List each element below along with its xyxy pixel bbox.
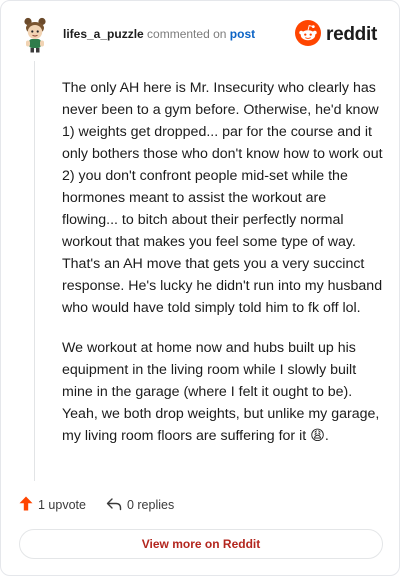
- thread-line: [34, 61, 35, 481]
- comment-paragraph-1: The only AH here is Mr. Insecurity who c…: [62, 80, 383, 316]
- avatar-icon[interactable]: [21, 17, 49, 53]
- reddit-wordmark: reddit: [326, 24, 377, 45]
- comment-header: lifes_a_puzzle commented on post reddit: [21, 17, 383, 53]
- byline-action-text: commented on: [147, 27, 227, 41]
- reddit-logo-icon: [295, 19, 322, 51]
- comment-actions: 1 upvote 0 replies: [19, 495, 174, 515]
- comment-paragraph-2-period: .: [324, 428, 329, 444]
- byline: lifes_a_puzzle commented on post: [63, 26, 255, 42]
- weary-face-emoji: 😩: [310, 428, 325, 444]
- post-link[interactable]: post: [230, 27, 255, 41]
- username-link[interactable]: lifes_a_puzzle: [63, 27, 144, 41]
- comment-paragraph-2-text: We workout at home now and hubs built up…: [62, 340, 380, 444]
- comment-paragraph-2: We workout at home now and hubs built up…: [62, 337, 384, 447]
- replies-count: 0 replies: [126, 498, 175, 512]
- comment-embed-card: lifes_a_puzzle commented on post reddit: [0, 0, 400, 576]
- reddit-brand-link[interactable]: reddit: [295, 19, 377, 51]
- upvote-count: 1 upvote: [38, 498, 86, 512]
- view-more-button[interactable]: View more on Reddit: [19, 529, 383, 559]
- reply-arrow-icon: [106, 497, 122, 514]
- comment-body: The only AH here is Mr. Insecurity who c…: [62, 77, 384, 465]
- upvote-button[interactable]: 1 upvote: [19, 496, 86, 514]
- replies-button[interactable]: 0 replies: [106, 497, 174, 514]
- upvote-arrow-icon: [19, 496, 33, 514]
